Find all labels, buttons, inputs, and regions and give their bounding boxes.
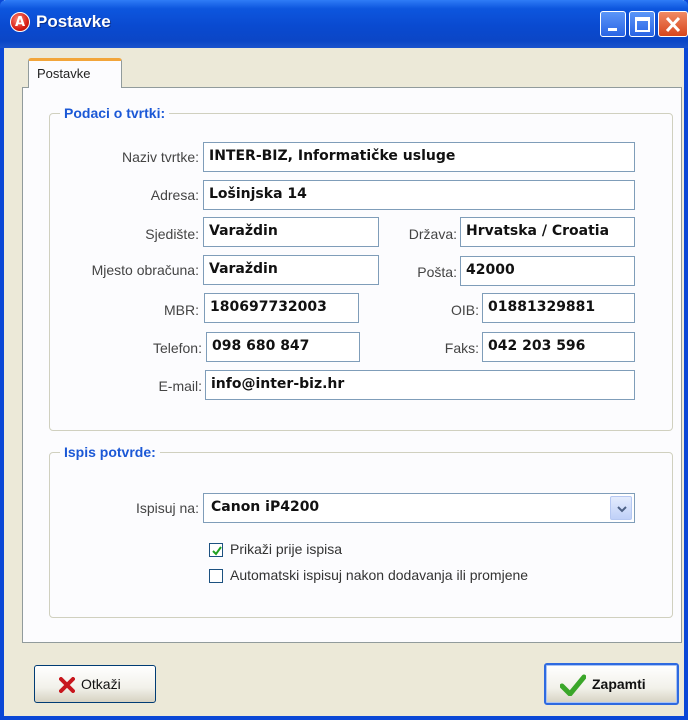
window-title: Postavke	[36, 12, 111, 31]
print-settings-group: Ispis potvrde:	[49, 444, 673, 618]
minimize-button[interactable]	[600, 11, 626, 37]
country-label: Država:	[408, 226, 457, 242]
billing-place-field[interactable]: Varaždin	[203, 255, 379, 285]
auto-print-checkbox[interactable]	[209, 569, 223, 583]
company-name-field[interactable]: INTER-BIZ, Informatičke usluge	[203, 142, 635, 172]
seat-field[interactable]: Varaždin	[203, 217, 379, 247]
address-label: Adresa:	[150, 187, 199, 203]
phone-label: Telefon:	[152, 340, 202, 356]
oib-field[interactable]: 01881329881	[482, 293, 635, 323]
printer-select[interactable]: Canon iP4200	[203, 493, 635, 523]
print-group-title: Ispis potvrde:	[64, 444, 156, 460]
close-button[interactable]	[658, 11, 688, 37]
billing-place-label: Mjesto obračuna:	[91, 262, 199, 278]
cancel-button-label: Otkaži	[81, 676, 121, 692]
title-bar[interactable]: A Postavke	[0, 0, 688, 48]
preview-before-print-label[interactable]: Prikaži prije ispisa	[230, 541, 342, 557]
fax-label: Faks:	[444, 340, 479, 356]
postal-code-label: Pošta:	[417, 264, 457, 280]
save-button[interactable]: Zapamti	[544, 663, 679, 705]
cancel-button[interactable]: Otkaži	[34, 665, 156, 703]
save-button-label: Zapamti	[592, 676, 646, 692]
tab-postavke[interactable]: Postavke	[28, 58, 122, 88]
printer-select-value: Canon iP4200	[211, 499, 320, 515]
app-logo-icon: A	[10, 12, 30, 32]
checkmark-icon	[560, 674, 586, 696]
address-field[interactable]: Lošinjska 14	[203, 180, 635, 210]
email-label: E-mail:	[158, 378, 202, 394]
chevron-down-icon[interactable]	[610, 496, 632, 520]
printer-label: Ispisuj na:	[135, 500, 199, 516]
checkmark-icon	[212, 546, 222, 556]
tab-panel: Podaci o tvrtki: Naziv tvrtke: INTER-BIZ…	[22, 87, 682, 643]
mbr-label: MBR:	[164, 302, 199, 318]
company-name-label: Naziv tvrtke:	[121, 149, 199, 165]
fax-field[interactable]: 042 203 596	[482, 332, 635, 362]
phone-field[interactable]: 098 680 847	[206, 332, 360, 362]
preview-before-print-checkbox[interactable]	[209, 543, 223, 557]
country-field[interactable]: Hrvatska / Croatia	[460, 217, 635, 247]
mbr-field[interactable]: 180697732003	[204, 293, 359, 323]
company-group-title: Podaci o tvrtki:	[64, 105, 166, 121]
email-field[interactable]: info@inter-biz.hr	[205, 370, 635, 400]
seat-label: Sjedište:	[145, 226, 199, 242]
oib-label: OIB:	[450, 302, 479, 318]
settings-window: A Postavke Postavke Podaci o tvrtki: Naz…	[0, 0, 688, 720]
auto-print-label[interactable]: Automatski ispisuj nakon dodavanja ili p…	[230, 567, 528, 583]
cross-icon	[59, 677, 75, 693]
postal-code-field[interactable]: 42000	[460, 256, 635, 286]
maximize-button[interactable]	[629, 11, 655, 37]
